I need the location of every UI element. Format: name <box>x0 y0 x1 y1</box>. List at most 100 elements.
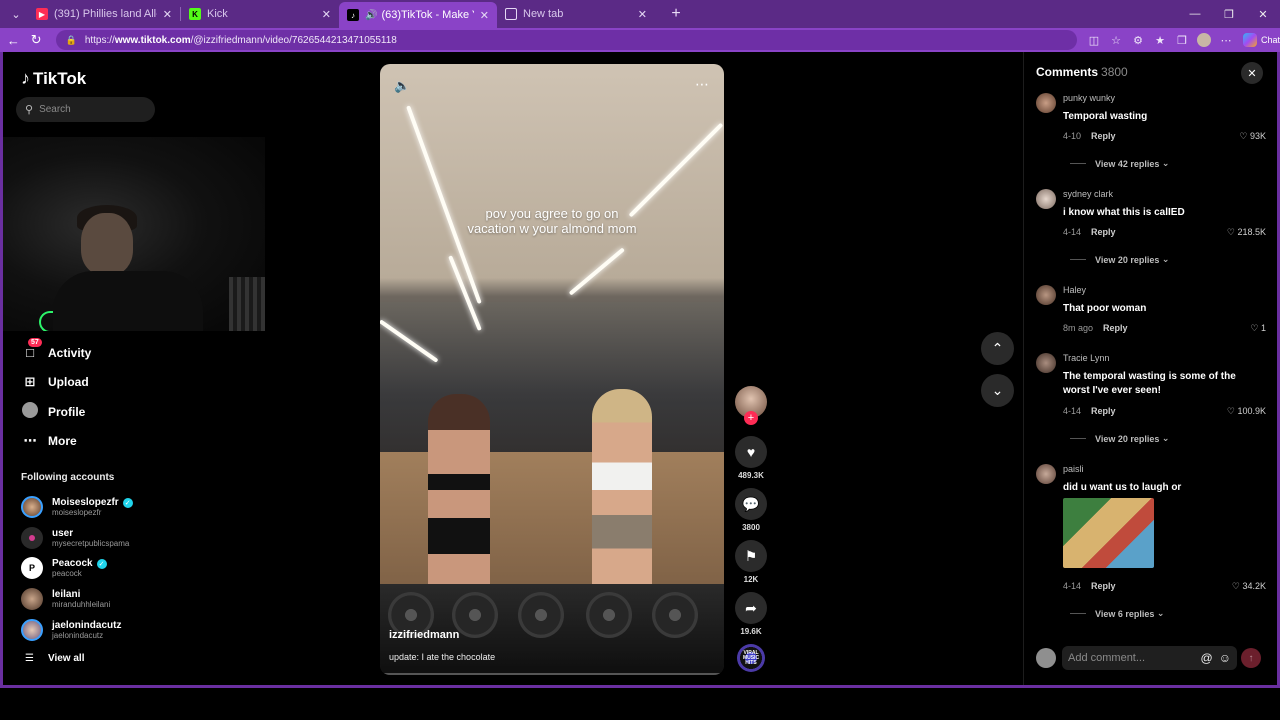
tiktok-logo[interactable]: ♪ TikTok <box>21 68 86 89</box>
view-replies-button[interactable]: View 20 replies ⌄ <box>1070 254 1169 265</box>
favorite-star-icon[interactable]: ☆ <box>1105 30 1127 50</box>
avatar[interactable] <box>1036 464 1056 484</box>
post-comment-button[interactable]: ↑ <box>1241 648 1261 668</box>
tiktok-page: ♪ TikTok ⚲ Search □ 57 Activity ⊞ Upload … <box>0 52 1280 688</box>
copilot-icon <box>1243 33 1257 47</box>
settings-more-icon[interactable]: ⋯ <box>1215 30 1237 50</box>
following-account[interactable]: leilani miranduhhleilani <box>21 584 133 615</box>
webcam-overlay <box>3 137 265 331</box>
creator-avatar[interactable]: + <box>735 386 767 425</box>
reload-icon[interactable]: ↻ <box>25 30 48 50</box>
previous-video-button[interactable]: ⌃ <box>981 332 1014 365</box>
heart-outline-icon: ♡ <box>1226 227 1235 237</box>
chevron-down-icon: ⌄ <box>991 382 1004 398</box>
reply-button[interactable]: Reply <box>1091 581 1116 591</box>
avatar[interactable] <box>1036 93 1056 113</box>
address-bar[interactable]: 🔒 https://www.tiktok.com/@izzifriedmann/… <box>55 30 1077 50</box>
avatar <box>21 588 43 611</box>
video-action-rail: + ♥ 489.3K 💬 3800 ⚑ 12K ➦ 19.6K VIRAL MU… <box>734 386 768 672</box>
share-button[interactable]: ➦ <box>735 592 767 624</box>
avatar: P <box>21 557 43 580</box>
lock-icon[interactable]: 🔒 <box>66 35 77 46</box>
close-tab-icon[interactable]: ✕ <box>163 8 172 21</box>
tab-list-chevron-icon[interactable]: ⌄ <box>4 3 28 25</box>
collections-icon[interactable]: ❐ <box>1171 30 1193 50</box>
back-arrow-icon[interactable]: ← <box>2 30 25 50</box>
extensions-icon[interactable]: ⚙ <box>1127 30 1149 50</box>
tiktok-note-icon: ♪ <box>21 68 30 88</box>
video-author[interactable]: izzifriedmann <box>389 629 459 641</box>
new-tab-button[interactable]: + <box>663 3 689 25</box>
tab-kick[interactable]: K Kick ✕ <box>181 3 339 25</box>
next-video-button[interactable]: ⌄ <box>981 374 1014 407</box>
following-account[interactable]: jaelonindacutz jaelonindacutz <box>21 614 133 645</box>
tab-new-tab[interactable]: New tab ✕ <box>497 3 655 25</box>
close-tab-icon[interactable]: ✕ <box>322 8 331 21</box>
comment-like[interactable]: ♡ 100.9K <box>1227 406 1266 417</box>
kick-icon: K <box>189 8 201 20</box>
heart-outline-icon: ♡ <box>1239 131 1248 141</box>
following-account[interactable]: P Peacock ✓ peacock <box>21 553 133 584</box>
close-window-icon[interactable]: ✕ <box>1246 3 1280 25</box>
browser-toolbar: ← ↻ 🔒 https://www.tiktok.com/@izzifriedm… <box>0 28 1280 52</box>
music-disc[interactable]: VIRAL MUSIC HITS <box>737 644 765 672</box>
audio-playing-icon[interactable]: 🔊 <box>365 10 377 21</box>
search-input[interactable]: ⚲ Search <box>16 97 155 122</box>
comment-like[interactable]: ♡ 93K <box>1239 131 1266 142</box>
comment-item: sydney clark i know what this is calIED … <box>1036 189 1266 269</box>
chevron-down-icon: ⌄ <box>1161 254 1170 264</box>
close-tab-icon[interactable]: ✕ <box>480 9 489 22</box>
mention-icon[interactable]: @ <box>1201 651 1213 665</box>
emoji-icon[interactable]: ☺ <box>1219 651 1231 665</box>
comment-item: paisli did u want us to laugh or 4-14 Rep… <box>1036 464 1266 624</box>
view-all-following-button[interactable]: ☰ View all <box>25 653 84 664</box>
share-arrow-icon: ➦ <box>745 599 757 616</box>
like-button[interactable]: ♥ <box>735 436 767 468</box>
following-account[interactable]: user mysecretpublicspama <box>21 523 133 554</box>
tab-youtube[interactable]: ▶ (391) Phillies land All-Star closer /i… <box>28 3 180 25</box>
view-replies-button[interactable]: View 42 replies ⌄ <box>1070 158 1169 169</box>
favorites-icon[interactable]: ★ <box>1149 30 1171 50</box>
verified-icon: ✓ <box>96 558 107 569</box>
comment-like[interactable]: ♡ 218.5K <box>1227 227 1266 238</box>
close-icon: ✕ <box>1247 67 1257 80</box>
view-replies-button[interactable]: View 20 replies ⌄ <box>1070 433 1169 444</box>
split-screen-icon[interactable]: ◫ <box>1083 30 1105 50</box>
volume-icon[interactable]: 🔈 <box>394 78 410 94</box>
close-tab-icon[interactable]: ✕ <box>638 8 647 21</box>
follow-plus-icon[interactable]: + <box>744 411 758 425</box>
following-account[interactable]: Moiseslopezfr ✓ moiseslopezfr <box>21 492 133 523</box>
avatar[interactable] <box>1036 353 1056 373</box>
newtab-icon <box>505 8 517 20</box>
close-comments-button[interactable]: ✕ <box>1241 62 1263 84</box>
comment-input[interactable]: Add comment... @ ☺ <box>1062 646 1237 670</box>
view-replies-button[interactable]: View 6 replies ⌄ <box>1070 608 1164 619</box>
comment-button[interactable]: 💬 <box>735 488 767 520</box>
sidebar-item-activity[interactable]: □ 57 Activity <box>21 338 91 368</box>
reply-button[interactable]: Reply <box>1091 227 1116 237</box>
sidebar-item-profile[interactable]: Profile <box>21 397 91 427</box>
video-player[interactable]: 🔈 ⋯ pov you agree to go on vacation w yo… <box>380 64 724 675</box>
avatar[interactable] <box>1036 285 1056 305</box>
reply-button[interactable]: Reply <box>1091 131 1116 141</box>
save-button[interactable]: ⚑ <box>735 540 767 572</box>
comment-item: punky wunky Temporal wasting 4-10 Reply ♡… <box>1036 93 1266 173</box>
video-progress-bar[interactable] <box>380 673 724 675</box>
avatar[interactable] <box>1036 189 1056 209</box>
comments-header: Comments 3800 <box>1036 65 1128 79</box>
sidebar-item-upload[interactable]: ⊞ Upload <box>21 368 91 398</box>
more-options-icon[interactable]: ⋯ <box>695 76 710 93</box>
profile-icon <box>21 402 39 421</box>
reply-button[interactable]: Reply <box>1103 323 1128 333</box>
comment-count: 3800 <box>742 523 760 532</box>
sidebar-item-more[interactable]: ⋯ More <box>21 427 91 457</box>
minimize-icon[interactable]: — <box>1178 3 1212 25</box>
comment-like[interactable]: ♡ 1 <box>1250 323 1266 334</box>
reply-button[interactable]: Reply <box>1091 406 1116 416</box>
copilot-chat-button[interactable]: Chat <box>1243 33 1280 47</box>
comment-like[interactable]: ♡ 34.2K <box>1232 581 1266 592</box>
restore-icon[interactable]: ❐ <box>1212 3 1246 25</box>
profile-avatar[interactable] <box>1193 30 1215 50</box>
comment-attached-image[interactable] <box>1063 498 1154 568</box>
tab-tiktok[interactable]: ♪ 🔊 (63)TikTok - Make Your Day ✕ <box>339 2 497 28</box>
